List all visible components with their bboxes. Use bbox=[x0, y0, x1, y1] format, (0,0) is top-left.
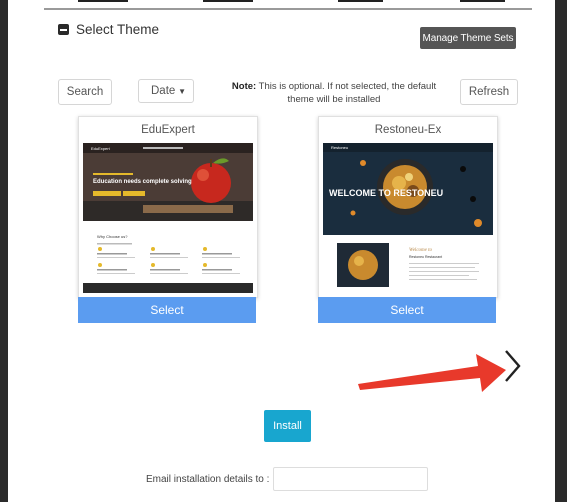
preview-subheading: Restoneu Restaurant bbox=[409, 255, 442, 259]
manage-theme-sets-button[interactable]: Manage Theme Sets bbox=[420, 27, 516, 49]
section-divider bbox=[44, 8, 532, 10]
section-header[interactable]: Select Theme bbox=[58, 22, 159, 37]
email-label: Email installation details to : bbox=[146, 474, 270, 485]
email-input[interactable] bbox=[273, 467, 428, 491]
preview-brand: EduExpert bbox=[91, 146, 111, 151]
install-button[interactable]: Install bbox=[264, 410, 311, 442]
preview-headline: Education needs complete solving bbox=[93, 179, 192, 185]
section-title: Select Theme bbox=[76, 22, 160, 37]
collapse-icon[interactable] bbox=[58, 24, 69, 35]
theme-preview-image[interactable]: Restoneu WELCOME TO RESTONEU Welcome to … bbox=[323, 143, 493, 293]
theme-preview-image[interactable]: EduExpert Education needs complete solvi… bbox=[83, 143, 253, 293]
preview-brand: Restoneu bbox=[331, 145, 348, 150]
optional-note: Note: This is optional. If not selected,… bbox=[220, 80, 448, 106]
caret-down-icon: ▼ bbox=[178, 87, 186, 96]
installer-panel: Select Theme Manage Theme Sets Search Da… bbox=[8, 0, 555, 502]
top-dashes bbox=[8, 0, 555, 6]
note-text: This is optional. If not selected, the d… bbox=[256, 81, 437, 105]
note-label: Note: bbox=[231, 81, 257, 92]
preview-headline: WELCOME TO RESTONEU bbox=[329, 188, 443, 198]
select-theme-button[interactable]: Select bbox=[78, 297, 256, 323]
refresh-button[interactable]: Refresh bbox=[460, 79, 518, 105]
annotation-arrow-icon bbox=[358, 354, 506, 392]
select-theme-button[interactable]: Select bbox=[318, 297, 496, 323]
restoneu-preview: Restoneu WELCOME TO RESTONEU Welcome to … bbox=[323, 143, 493, 293]
sort-value: Date bbox=[151, 85, 176, 97]
theme-name: Restoneu-Ex bbox=[374, 124, 442, 136]
sort-select[interactable]: Date ▼ bbox=[138, 79, 194, 103]
theme-name: EduExpert bbox=[141, 124, 195, 136]
theme-card-restoneu-ex[interactable]: Restoneu-Ex Restoneu WELCOME TO RESTONEU bbox=[318, 116, 498, 298]
search-button[interactable]: Search bbox=[58, 79, 112, 105]
chevron-right-icon[interactable] bbox=[502, 348, 524, 384]
preview-welcome: Welcome to bbox=[409, 248, 433, 253]
eduexpert-preview: EduExpert Education needs complete solvi… bbox=[83, 143, 253, 293]
theme-card-eduexpert[interactable]: EduExpert EduExpert Education needs comp… bbox=[78, 116, 258, 298]
preview-section-heading: Why Choose us? bbox=[97, 234, 128, 239]
